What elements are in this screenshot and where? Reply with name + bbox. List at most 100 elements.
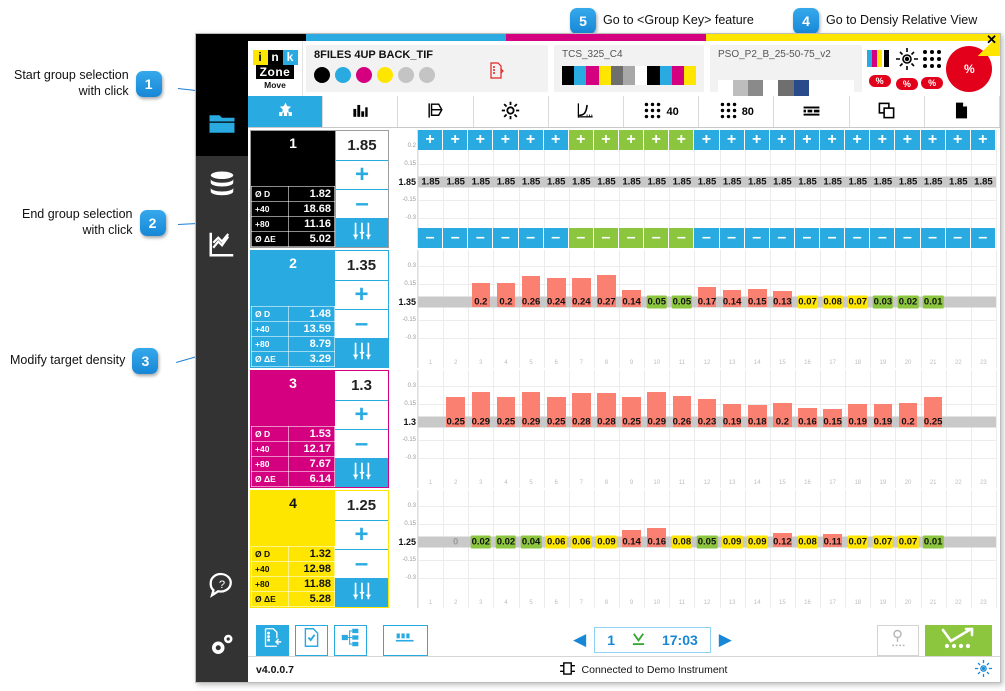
increase-key-1[interactable]: + bbox=[418, 130, 443, 150]
measure-button[interactable] bbox=[924, 624, 992, 656]
decrease-key-23[interactable]: – bbox=[970, 228, 995, 248]
decrease-key-2[interactable]: – bbox=[443, 228, 468, 248]
close-icon[interactable]: ✕ bbox=[978, 34, 1000, 56]
increase-key-8[interactable]: + bbox=[593, 130, 618, 150]
tab-zones[interactable] bbox=[248, 96, 324, 127]
decrease-key-5[interactable]: – bbox=[518, 228, 543, 248]
split-button[interactable] bbox=[334, 624, 367, 656]
registration-target-icon[interactable] bbox=[975, 659, 992, 680]
zone-3-increase-button[interactable]: + bbox=[335, 400, 388, 429]
chart-magenta[interactable]: 0.3 0.15 1.3 -0.15 -0.3 1 2 3 4 5 6 7 8 9 10 11 12 13 14 1… bbox=[391, 370, 997, 488]
decrease-key-4[interactable]: – bbox=[493, 228, 518, 248]
decrease-key-19[interactable]: – bbox=[870, 228, 895, 248]
tab-copy[interactable] bbox=[850, 96, 925, 127]
decrease-key-21[interactable]: – bbox=[920, 228, 945, 248]
decrease-key-12[interactable]: – bbox=[694, 228, 719, 248]
increase-key-7[interactable]: + bbox=[568, 130, 593, 150]
increase-key-12[interactable]: + bbox=[694, 130, 719, 150]
sidebar-item-jobs[interactable] bbox=[196, 96, 248, 156]
sidebar-item-help[interactable]: ? bbox=[196, 556, 248, 616]
decrease-key-11[interactable]: – bbox=[669, 228, 694, 248]
cmyk-percent-tool[interactable]: % bbox=[866, 50, 893, 87]
zone-4-settings-button[interactable] bbox=[335, 578, 388, 607]
strip-panel[interactable]: PSO_P2_B_25-50-75_v2 bbox=[710, 45, 862, 99]
decrease-key-8[interactable]: – bbox=[593, 228, 618, 248]
print-doc-icon[interactable] bbox=[490, 62, 504, 84]
tab-curve[interactable] bbox=[549, 96, 625, 127]
next-button[interactable]: ▶ bbox=[719, 630, 732, 650]
tab-page[interactable] bbox=[925, 96, 1000, 127]
increase-key-6[interactable]: + bbox=[543, 130, 568, 150]
increase-key-22[interactable]: + bbox=[945, 130, 970, 150]
increase-key-13[interactable]: + bbox=[719, 130, 744, 150]
tab-80[interactable]: 80 bbox=[699, 96, 775, 127]
validate-button[interactable] bbox=[295, 624, 328, 656]
export-button[interactable] bbox=[256, 624, 289, 656]
tab-40[interactable]: 40 bbox=[624, 96, 700, 127]
decrease-key-14[interactable]: – bbox=[744, 228, 769, 248]
zone-card-4[interactable]: 4 Ø D 1.32 +40 12.98 +80 11.88 Ø ΔE 5.28 1.2… bbox=[250, 490, 389, 608]
decrease-key-1[interactable]: – bbox=[418, 228, 443, 248]
decrease-key-6[interactable]: – bbox=[543, 228, 568, 248]
prev-button[interactable]: ◀ bbox=[573, 630, 586, 650]
increase-key-19[interactable]: + bbox=[870, 130, 895, 150]
tab-press[interactable] bbox=[398, 96, 474, 127]
increase-key-3[interactable]: + bbox=[468, 130, 493, 150]
zone-4-increase-button[interactable]: + bbox=[335, 520, 388, 549]
zone-card-2[interactable]: 2 Ø D 1.48 +40 13.59 +80 8.79 Ø ΔE 3.29 1.35… bbox=[250, 250, 389, 368]
tab-slur[interactable] bbox=[774, 96, 850, 127]
chart-black-plot[interactable]: 1234567891011121314151617181920212223+++… bbox=[417, 130, 997, 248]
decrease-key-9[interactable]: – bbox=[619, 228, 644, 248]
increase-key-4[interactable]: + bbox=[493, 130, 518, 150]
increase-key-23[interactable]: + bbox=[970, 130, 995, 150]
increase-key-9[interactable]: + bbox=[619, 130, 644, 150]
decrease-key-22[interactable]: – bbox=[945, 228, 970, 248]
increase-key-11[interactable]: + bbox=[669, 130, 694, 150]
chart-cyan-plot[interactable]: 1 2 3 4 5 6 7 8 9 10 11 12 13 14 15 16 17 18 19 20 21 22 23 0.2… bbox=[417, 250, 997, 368]
increase-key-14[interactable]: + bbox=[744, 130, 769, 150]
zone-card-3[interactable]: 3 Ø D 1.53 +40 12.17 +80 7.67 Ø ΔE 6.14 1.3 … bbox=[250, 370, 389, 488]
tab-bars[interactable] bbox=[323, 96, 399, 127]
zone-1-decrease-button[interactable]: – bbox=[336, 189, 388, 218]
zone-card-1[interactable]: 1 Ø D 1.82 +40 18.68 +80 11.16 Ø ΔE 5.02 1.8… bbox=[250, 130, 389, 248]
job-panel[interactable]: 8FILES 4UP BACK_TIF bbox=[306, 45, 548, 92]
chart-black[interactable]: 0.2 0.15 1.85 -0.15 -0.3 1234567891011121314… bbox=[391, 130, 997, 248]
sidebar-item-settings[interactable] bbox=[196, 616, 248, 676]
registration-percent-tool[interactable]: % bbox=[895, 47, 918, 90]
zone-1-target-value[interactable]: 1.85 bbox=[336, 131, 388, 160]
decrease-key-13[interactable]: – bbox=[719, 228, 744, 248]
increase-key-21[interactable]: + bbox=[920, 130, 945, 150]
decrease-key-10[interactable]: – bbox=[644, 228, 669, 248]
increase-key-15[interactable]: + bbox=[769, 130, 794, 150]
zone-3-settings-button[interactable] bbox=[335, 458, 388, 487]
lamp-button[interactable] bbox=[876, 624, 919, 656]
increase-key-20[interactable]: + bbox=[895, 130, 920, 150]
sidebar-item-reports[interactable] bbox=[196, 216, 248, 276]
zone-2-decrease-button[interactable]: – bbox=[335, 309, 388, 338]
zone-2-target-value[interactable]: 1.35 bbox=[335, 251, 388, 280]
chart-yellow-plot[interactable]: 1 2 3 4 5 6 7 8 9 10 11 12 13 14 15 16 17 18 19 20 21 22 23 0 0.… bbox=[417, 490, 997, 608]
decrease-key-18[interactable]: – bbox=[845, 228, 870, 248]
increase-key-2[interactable]: + bbox=[443, 130, 468, 150]
increase-key-18[interactable]: + bbox=[845, 130, 870, 150]
zone-1-settings-button[interactable] bbox=[336, 218, 388, 247]
chart-cyan[interactable]: 0.3 0.15 1.35 -0.15 -0.3 1 2 3 4 5 6 7 8 9 10 11 12 13 14… bbox=[391, 250, 997, 368]
zone-1-increase-button[interactable]: + bbox=[336, 160, 388, 189]
curve-panel[interactable]: TCS_325_C4 bbox=[554, 45, 704, 92]
zone-2-settings-button[interactable] bbox=[335, 338, 388, 367]
decrease-key-17[interactable]: – bbox=[820, 228, 845, 248]
zone-2-increase-button[interactable]: + bbox=[335, 280, 388, 309]
decrease-key-7[interactable]: – bbox=[568, 228, 593, 248]
tab-registration[interactable] bbox=[474, 96, 549, 127]
chart-magenta-plot[interactable]: 1 2 3 4 5 6 7 8 9 10 11 12 13 14 15 16 17 18 19 20 21 22 23 0.2… bbox=[417, 370, 997, 488]
zone-3-decrease-button[interactable]: – bbox=[335, 429, 388, 458]
zone-4-decrease-button[interactable]: – bbox=[335, 549, 388, 578]
download-sheet-icon[interactable] bbox=[631, 631, 646, 649]
decrease-key-20[interactable]: – bbox=[895, 228, 920, 248]
strip-button[interactable] bbox=[383, 624, 428, 656]
increase-key-17[interactable]: + bbox=[820, 130, 845, 150]
page-box[interactable]: 1 17:03 bbox=[594, 627, 711, 653]
increase-key-16[interactable]: + bbox=[794, 130, 819, 150]
chart-yellow[interactable]: 0.3 0.15 1.25 -0.15 -0.3 1 2 3 4 5 6 7 8 9 10 11 12 13 14… bbox=[391, 490, 997, 608]
decrease-key-16[interactable]: – bbox=[794, 228, 819, 248]
